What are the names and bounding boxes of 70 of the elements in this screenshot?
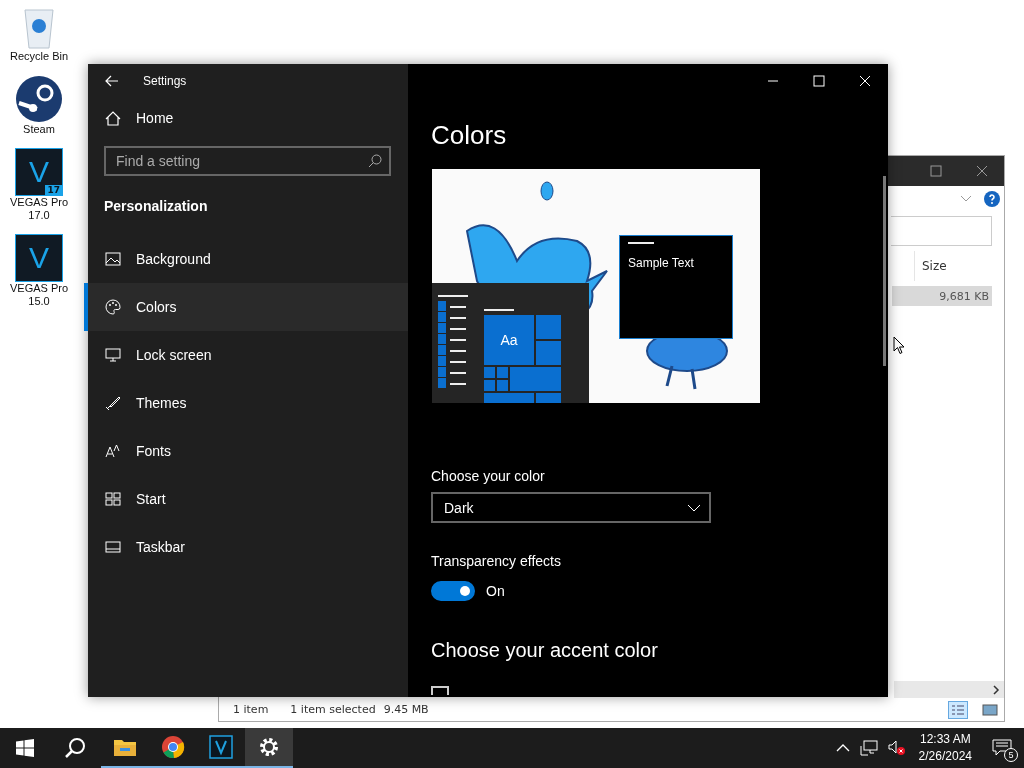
section-heading: Personalization [103, 198, 209, 214]
file-row[interactable]: 9,681 KB [892, 286, 992, 306]
nav-item[interactable]: Start [84, 475, 408, 523]
windows-start-icon[interactable] [16, 739, 34, 757]
thumbnail-view-icon[interactable] [982, 702, 998, 717]
browser-icon [161, 735, 185, 759]
clock-date: 2/26/2024 [918, 748, 972, 765]
status-item-count: 1 item [233, 703, 269, 716]
nav-item[interactable]: Themes [84, 379, 408, 427]
taskbar-app[interactable] [245, 728, 293, 768]
section-heading: Choose your accent color [431, 639, 658, 662]
search-field[interactable]: Find a setting [104, 146, 391, 176]
nav-item[interactable]: Fonts [84, 427, 408, 475]
network-icon[interactable] [859, 740, 878, 756]
checkbox[interactable] [431, 686, 449, 695]
settings-icon [258, 736, 280, 758]
monitor-icon [105, 348, 121, 362]
clock[interactable]: 12:33 AM 2/26/2024 [918, 731, 972, 765]
field-label: Transparency effects [431, 553, 561, 569]
clock-time: 12:33 AM [919, 731, 971, 748]
file-size: 9,681 KB [939, 289, 989, 303]
home-link[interactable]: Home [84, 98, 408, 138]
desktop-icon-label[interactable]: VEGAS Pro 15.0 [4, 282, 74, 308]
desktop-icon-label[interactable]: VEGAS Pro 17.0 [4, 196, 74, 222]
page-title: Colors [431, 120, 507, 152]
nav-item[interactable]: Taskbar [84, 523, 408, 571]
status-selection: 1 item selected [290, 703, 376, 716]
logo-letter: V [29, 241, 49, 275]
chevron-down-icon[interactable] [960, 195, 972, 203]
taskbar-icon [105, 541, 121, 553]
back-arrow-icon[interactable] [105, 75, 119, 87]
home-icon [105, 110, 121, 126]
nav-item[interactable]: Colors [84, 283, 408, 331]
help-icon[interactable] [984, 191, 1000, 207]
sample-text: Sample Text [628, 256, 694, 270]
field-label: Choose your color [431, 468, 545, 484]
toggle-switch[interactable] [431, 581, 475, 601]
chevron-right-icon[interactable] [992, 684, 1000, 695]
palette-icon [105, 299, 121, 315]
window-title: Settings [143, 74, 187, 88]
desktop-icon-label[interactable]: Recycle Bin [4, 50, 74, 63]
picture-icon [105, 252, 121, 266]
logo-letter: V [29, 155, 49, 188]
status-size: 9.45 MB [383, 703, 429, 716]
chevron-down-icon [687, 503, 701, 512]
nav-item[interactable]: Lock screen [84, 331, 408, 379]
start-grid-icon [105, 492, 121, 506]
folder-icon [113, 737, 137, 757]
color-mode-dropdown[interactable]: Dark [431, 492, 711, 523]
details-view-icon[interactable] [948, 700, 968, 719]
horizontal-scrollbar[interactable] [894, 681, 1004, 698]
muted-speaker-icon[interactable] [887, 740, 906, 756]
brush-icon [105, 395, 121, 411]
chevron-up-icon[interactable] [835, 744, 850, 752]
font-icon [105, 444, 121, 458]
video-editor-icon [209, 735, 233, 759]
video-editor-icon[interactable]: V [15, 234, 63, 282]
toggle-state: On [486, 583, 505, 599]
notification-button[interactable]: 5 [984, 728, 1020, 768]
search-icon[interactable] [64, 737, 86, 759]
desktop-icon-label[interactable]: Steam [4, 123, 74, 136]
notification-count: 5 [1004, 748, 1018, 762]
message-icon [992, 739, 1012, 757]
mouse-pointer-icon [893, 336, 905, 355]
search-icon [368, 154, 382, 168]
nav-item[interactable]: Background [84, 235, 408, 283]
column-header[interactable]: Size [914, 251, 994, 281]
tile-label: Aa [484, 315, 534, 365]
vertical-scrollbar[interactable] [883, 176, 886, 366]
video-editor-icon[interactable]: V 17 [15, 148, 63, 196]
